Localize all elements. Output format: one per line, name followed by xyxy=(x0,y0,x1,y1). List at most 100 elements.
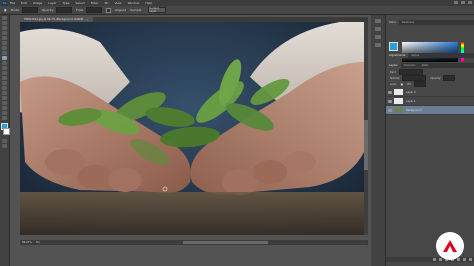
close-icon[interactable] xyxy=(468,1,472,4)
layer-style-icon[interactable] xyxy=(439,258,442,261)
aligned-checkbox[interactable] xyxy=(105,7,111,13)
flow-label: Flow: xyxy=(76,8,84,12)
crop-tool-icon[interactable] xyxy=(2,36,7,40)
close-tab-icon[interactable]: × xyxy=(86,18,89,22)
menu-type[interactable]: Type xyxy=(63,1,70,5)
rectangle-tool-icon[interactable] xyxy=(2,101,7,105)
edit-toolbar-icon[interactable] xyxy=(2,116,7,120)
layer-row-selected[interactable]: Background xyxy=(386,106,474,115)
menu-edit[interactable]: Edit xyxy=(21,1,27,5)
layers-footer xyxy=(386,257,474,262)
brush-panel-icon[interactable] xyxy=(375,35,381,39)
hand-tool-icon[interactable] xyxy=(2,106,7,110)
link-layers-icon[interactable] xyxy=(433,258,436,261)
tab-styles[interactable]: Styles xyxy=(408,54,422,57)
path-select-tool-icon[interactable] xyxy=(2,96,7,100)
window-controls xyxy=(454,1,472,4)
menu-image[interactable]: Image xyxy=(33,1,42,5)
brand-logo-mark xyxy=(443,240,457,252)
tab-swatches[interactable]: Swatches xyxy=(399,21,417,24)
fill-input[interactable] xyxy=(413,81,426,87)
layer-thumbnail xyxy=(394,89,403,95)
marquee-tool-icon[interactable] xyxy=(2,21,7,25)
zoom-tool-icon[interactable] xyxy=(2,111,7,115)
photo-hands-holding-leaves xyxy=(20,22,364,235)
blend-mode-select[interactable]: Normal xyxy=(390,77,399,80)
screen-mode-icon[interactable] xyxy=(2,144,7,148)
layer-row[interactable]: Layer 2 xyxy=(386,88,474,97)
collapsed-panel-dock xyxy=(371,15,386,266)
menu-3d[interactable]: 3D xyxy=(104,1,108,5)
eraser-tool-icon[interactable] xyxy=(2,66,7,70)
eyedropper-tool-icon[interactable] xyxy=(2,41,7,45)
background-swatch[interactable] xyxy=(3,128,10,135)
lasso-tool-icon[interactable] xyxy=(2,26,7,30)
menu-select[interactable]: Select xyxy=(76,1,85,5)
tab-paths[interactable]: Paths xyxy=(419,64,432,67)
opacity-input[interactable] xyxy=(56,7,73,13)
pen-tool-icon[interactable] xyxy=(2,86,7,90)
healing-brush-tool-icon[interactable] xyxy=(2,46,7,50)
layer-name: Background xyxy=(406,108,422,112)
menu-help[interactable]: Help xyxy=(145,1,152,5)
menu-file[interactable]: File xyxy=(10,1,15,5)
horizontal-scrollbar[interactable] xyxy=(40,241,366,244)
document-canvas[interactable] xyxy=(20,22,364,235)
vertical-scroll-thumb[interactable] xyxy=(364,120,368,170)
dodge-tool-icon[interactable] xyxy=(2,81,7,85)
brush-tool-icon[interactable] xyxy=(2,51,7,55)
fill-label: Fill: xyxy=(407,82,412,86)
layer-row[interactable]: Layer 1 xyxy=(386,97,474,106)
quick-select-tool-icon[interactable] xyxy=(2,31,7,35)
flow-input[interactable] xyxy=(85,7,102,13)
delete-layer-icon[interactable] xyxy=(469,258,472,261)
quick-mask-icon[interactable] xyxy=(2,139,7,143)
history-brush-tool-icon[interactable] xyxy=(2,61,7,65)
sample-label: Sample: xyxy=(130,8,143,12)
document-tab-title: TPDM7819.jpg @ 66.7% (Background, RGB/8) xyxy=(24,18,84,21)
type-tool-icon[interactable] xyxy=(2,91,7,95)
lock-icon[interactable]: ■ xyxy=(401,83,403,86)
menu-filter[interactable]: Filter xyxy=(91,1,98,5)
eye-icon[interactable] xyxy=(388,108,392,112)
maximize-icon[interactable] xyxy=(461,1,465,4)
tab-adjustments[interactable]: Adjustments xyxy=(386,53,409,58)
mode-select[interactable] xyxy=(21,7,38,13)
color-panel-tabs: Color Swatches xyxy=(386,20,474,25)
tab-layers[interactable]: Layers xyxy=(386,63,401,68)
menu-view[interactable]: View xyxy=(114,1,121,5)
new-layer-icon[interactable] xyxy=(463,258,466,261)
opacity-label: Opacity: xyxy=(41,8,55,12)
menu-window[interactable]: Window xyxy=(128,1,140,5)
layer-name: Layer 1 xyxy=(406,99,416,103)
color-field[interactable] xyxy=(402,42,458,62)
eye-icon[interactable] xyxy=(388,99,392,103)
horizontal-scroll-thumb[interactable] xyxy=(183,241,268,244)
photoshop-icon: Ps xyxy=(2,0,7,6)
clone-stamp-tool-icon[interactable] xyxy=(2,56,7,60)
layer-thumbnail xyxy=(394,107,403,113)
brush-preset-icon[interactable]: ● xyxy=(4,8,7,12)
gradient-tool-icon[interactable] xyxy=(2,71,7,75)
menu-layer[interactable]: Layer xyxy=(48,1,56,5)
zoom-level[interactable]: 66.67% xyxy=(22,241,32,244)
tab-channels[interactable]: Channels xyxy=(401,64,419,67)
character-panel-icon[interactable] xyxy=(375,43,381,47)
vertical-scrollbar[interactable] xyxy=(364,22,368,235)
properties-panel-icon[interactable] xyxy=(375,27,381,31)
layer-thumbnail xyxy=(394,98,403,104)
history-panel-icon[interactable] xyxy=(375,19,381,23)
move-tool-icon[interactable] xyxy=(2,16,7,20)
minimize-icon[interactable] xyxy=(454,1,458,4)
hue-slider[interactable] xyxy=(461,42,464,62)
color-swatches xyxy=(389,42,401,54)
tab-color[interactable]: Color xyxy=(386,20,399,25)
kind-label: Kind xyxy=(390,70,396,74)
new-group-icon[interactable] xyxy=(457,258,460,261)
sample-select[interactable]: Current Layer xyxy=(148,7,167,13)
eye-icon[interactable] xyxy=(388,90,392,94)
blur-tool-icon[interactable] xyxy=(2,76,7,80)
right-panel-dock: Color Swatches Adjustments Styles Layers… xyxy=(371,15,474,266)
lock-row: Lock: ■ Fill: xyxy=(386,81,474,87)
foreground-color[interactable] xyxy=(389,42,398,51)
